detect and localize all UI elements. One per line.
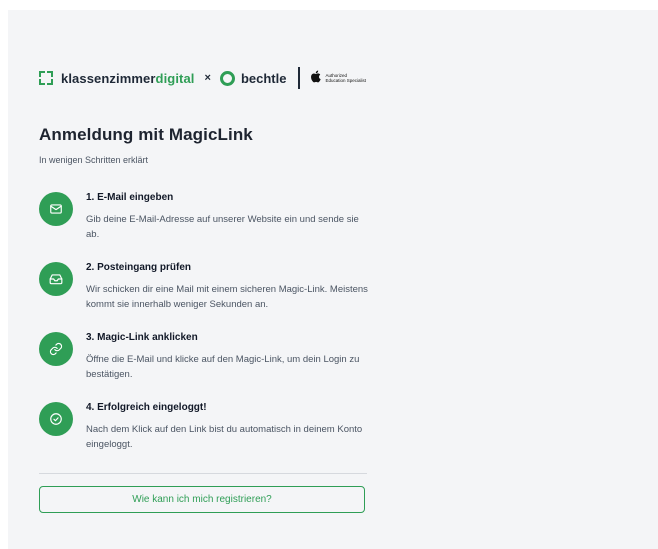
check-circle-icon [39,402,73,436]
inbox-icon [39,262,73,296]
page-title: Anmeldung mit MagicLink [39,125,253,144]
mail-icon [39,192,73,226]
page-subtitle: In wenigen Schritten erklärt [39,155,149,165]
logo-divider [298,67,301,89]
how-to-register-button[interactable]: Wie kann ich mich registrieren? [39,486,365,513]
bechtle-logo-text: bechtle [240,70,287,86]
link-icon [39,332,73,366]
step-title: 4. Erfolgreich eingeloggt! [86,402,207,413]
klassenzimmer-logo-text: klassenzimmerdigital [61,70,195,86]
login-info-panel [8,10,658,549]
step-description: Gib deine E-Mail-Adresse auf unserer Web… [86,214,359,240]
apple-education-badge: Authorized Education Specialist [325,73,366,83]
step-title: 2. Posteingang prüfen [86,262,192,273]
bechtle-logo-icon [219,70,235,86]
klassenzimmer-logo-icon [39,71,53,85]
apple-logo-icon [310,70,322,86]
step-title: 3. Magic-Link anklicken [86,332,198,343]
logo-separator: × [204,72,211,84]
partner-logos: klassenzimmerdigital × bechtle Authorize… [39,66,366,90]
step-description: Öffne die E-Mail und klicke auf den Magi… [86,354,360,380]
step-description: Nach dem Klick auf den Link bist du auto… [86,424,363,450]
step-title: 1. E-Mail eingeben [86,192,174,203]
step-description: Wir schicken dir eine Mail mit einem sic… [86,284,368,310]
section-divider [39,473,367,474]
